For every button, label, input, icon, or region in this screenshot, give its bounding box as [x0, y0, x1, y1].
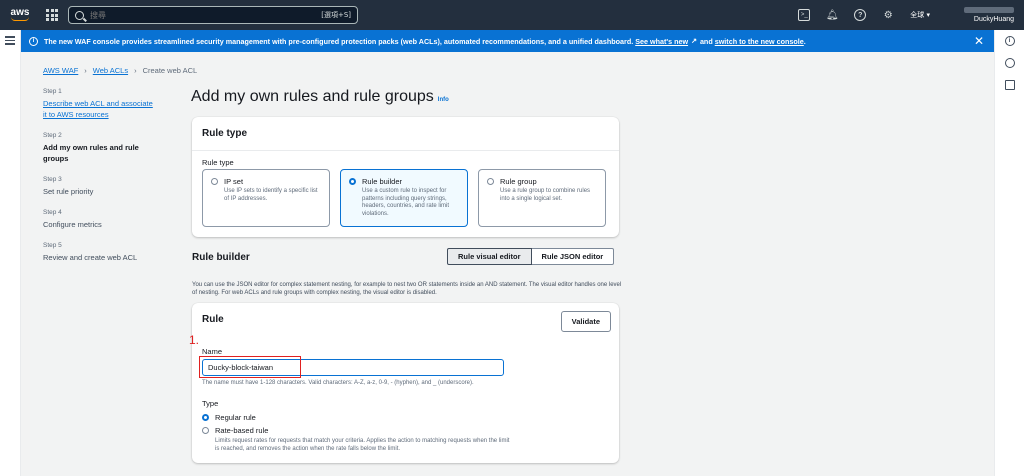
- step-1: Step 1 Describe web ACL and associate it…: [43, 88, 153, 120]
- step-number: Step 2: [43, 132, 62, 139]
- top-navigation: aws [選項+S] >_ 🔔︎ ? ⚙ 全球 ▾ DuckyHuang: [0, 0, 1024, 30]
- settings-gear-icon[interactable]: ⚙: [882, 9, 894, 21]
- feedback-icon[interactable]: [1004, 58, 1015, 68]
- rule-builder-help: You can use the JSON editor for complex …: [192, 282, 622, 296]
- account-menu[interactable]: DuckyHuang: [944, 6, 1014, 24]
- step-3: Step 3 Set rule priority: [43, 176, 153, 197]
- rule-type-card: Rule type Rule type IP set Use IP sets to…: [192, 117, 619, 237]
- name-label: Name: [202, 347, 223, 356]
- wizard-steps: Step 1 Describe web ACL and associate it…: [43, 88, 153, 275]
- rule-header: Rule: [202, 314, 224, 325]
- validate-button[interactable]: Validate: [560, 311, 611, 332]
- left-rail: [0, 30, 21, 476]
- page-title: Add my own rules and rule groups Info: [191, 88, 449, 106]
- radio-rule-group[interactable]: [487, 178, 494, 185]
- rate-based-rule-label: Rate-based rule: [215, 426, 269, 435]
- tile-desc: Use IP sets to identify a specific list …: [224, 188, 318, 202]
- banner-text: The new WAF console provides streamlined…: [44, 36, 634, 46]
- step-1-link[interactable]: Describe web ACL and associate it to AWS…: [43, 98, 153, 120]
- step-3-title: Set rule priority: [43, 187, 94, 196]
- tile-title: IP set: [224, 177, 244, 186]
- info-circle-icon: i: [29, 36, 38, 46]
- regular-rule-option[interactable]: Regular rule: [202, 413, 256, 422]
- tile-ip-set[interactable]: IP set Use IP sets to identify a specific…: [202, 169, 330, 227]
- rate-based-rule-desc: Limits request rates for requests that m…: [215, 438, 510, 452]
- tile-desc: Use a rule group to combine rules into a…: [500, 188, 591, 202]
- breadcrumb-current: Create web ACL: [142, 66, 198, 75]
- search-input[interactable]: [90, 10, 322, 20]
- type-label: Type: [202, 399, 219, 408]
- tile-title: Rule builder: [362, 177, 403, 186]
- help-icon[interactable]: ?: [854, 9, 867, 21]
- breadcrumb-aws-waf[interactable]: AWS WAF: [43, 66, 78, 75]
- notifications-bell-icon[interactable]: 🔔︎: [826, 9, 839, 21]
- step-number: Step 3: [43, 176, 62, 183]
- radio-rate-based-rule[interactable]: [202, 427, 209, 434]
- visual-editor-button[interactable]: Rule visual editor: [447, 248, 532, 265]
- step-number: Step 1: [43, 88, 62, 95]
- close-icon[interactable]: ✕: [974, 34, 984, 48]
- banner-period: .: [803, 36, 806, 46]
- region-selector[interactable]: 全球 ▾: [910, 10, 930, 20]
- search-icon: [75, 10, 84, 20]
- breadcrumb: AWS WAF › Web ACLs › Create web ACL: [43, 66, 197, 75]
- search-bar[interactable]: [選項+S]: [68, 6, 358, 24]
- step-2: Step 2 Add my own rules and rule groups: [43, 132, 153, 164]
- services-grid-icon[interactable]: [46, 9, 58, 21]
- json-editor-button[interactable]: Rule JSON editor: [531, 248, 615, 265]
- radio-ip-set[interactable]: [211, 178, 218, 185]
- annotation-highlight-box: [199, 356, 301, 378]
- editor-toggle: Rule visual editor Rule JSON editor: [447, 248, 615, 265]
- switch-console-link[interactable]: switch to the new console: [715, 37, 804, 46]
- right-rail: i: [994, 30, 1024, 476]
- new-console-banner: i The new WAF console provides streamlin…: [21, 30, 994, 52]
- step-4: Step 4 Configure metrics: [43, 209, 153, 230]
- info-link[interactable]: Info: [438, 97, 449, 103]
- rate-based-rule-option[interactable]: Rate-based rule Limits request rates for…: [202, 426, 515, 453]
- radio-rule-builder[interactable]: [349, 178, 356, 185]
- banner-and: and: [699, 36, 713, 46]
- rule-type-label: Rule type: [202, 158, 234, 167]
- tile-desc: Use a custom rule to inspect for pattern…: [362, 188, 450, 217]
- radio-regular-rule[interactable]: [202, 414, 209, 421]
- step-4-title: Configure metrics: [43, 220, 102, 229]
- chevron-right-icon: ›: [84, 66, 87, 75]
- breadcrumb-web-acls[interactable]: Web ACLs: [93, 66, 128, 75]
- page-title-text: Add my own rules and rule groups: [191, 88, 434, 105]
- step-2-title: Add my own rules and rule groups: [43, 143, 139, 163]
- rule-type-header: Rule type: [192, 117, 619, 151]
- step-number: Step 5: [43, 242, 62, 249]
- cloudshell-icon[interactable]: >_: [798, 9, 811, 21]
- step-5: Step 5 Review and create web ACL: [43, 242, 153, 263]
- tile-rule-builder[interactable]: Rule builder Use a custom rule to inspect…: [340, 169, 468, 227]
- tools-panel-icon[interactable]: [1004, 80, 1015, 90]
- info-panel-icon[interactable]: i: [1004, 36, 1015, 46]
- whats-new-link[interactable]: See what's new: [635, 37, 688, 46]
- step-5-title: Review and create web ACL: [43, 253, 138, 262]
- external-link-icon: ↗: [691, 38, 697, 45]
- rule-card: Rule Validate Name The name must have 1-…: [192, 303, 619, 463]
- step-number: Step 4: [43, 209, 62, 216]
- annotation-number: 1.: [189, 333, 200, 347]
- rule-builder-title: Rule builder: [192, 252, 250, 263]
- menu-hamburger-icon[interactable]: [5, 36, 15, 45]
- account-name: DuckyHuang: [973, 15, 1014, 23]
- tile-title: Rule group: [500, 177, 537, 186]
- chevron-right-icon: ›: [134, 66, 137, 75]
- search-shortcut: [選項+S]: [321, 11, 351, 19]
- tile-rule-group[interactable]: Rule group Use a rule group to combine ru…: [478, 169, 606, 227]
- aws-logo-text: aws: [10, 7, 30, 18]
- aws-logo[interactable]: aws: [8, 7, 32, 21]
- regular-rule-label: Regular rule: [215, 413, 256, 422]
- name-hint: The name must have 1-128 characters. Val…: [202, 380, 474, 386]
